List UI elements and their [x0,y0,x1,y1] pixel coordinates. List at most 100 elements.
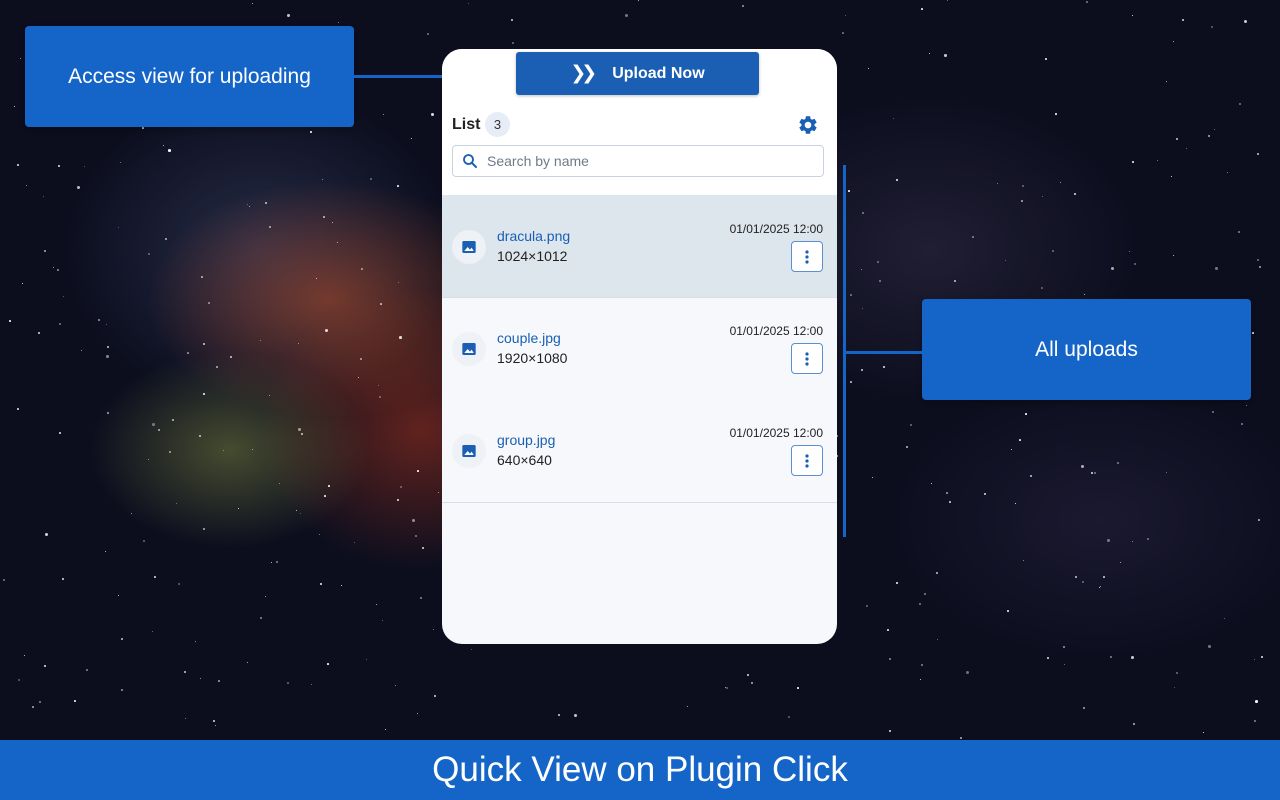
star [320,583,323,586]
star [59,323,62,326]
star [972,236,974,238]
file-dimensions: 1920×1080 [497,350,568,366]
search-input[interactable] [487,153,807,169]
star [1019,439,1021,441]
star [558,714,560,716]
star [199,435,202,438]
star [120,162,122,164]
star [1099,587,1101,589]
star [896,179,898,181]
star [1132,15,1134,17]
star [142,127,144,129]
star [1134,263,1137,266]
star [74,700,76,702]
star [1246,405,1248,407]
star [742,5,744,7]
star [574,714,578,718]
star [848,190,850,192]
star [1171,176,1173,178]
star [471,649,473,651]
search-field[interactable] [452,145,824,177]
star [187,352,189,354]
star [415,535,417,537]
file-name[interactable]: dracula.png [497,228,570,244]
star [24,655,26,657]
file-row[interactable]: dracula.png 1024×1012 01/01/2025 12:00 [442,195,837,298]
caption-text: Quick View on Plugin Click [432,750,848,789]
plugin-panel: ❯❯ Upload Now List 3 dracula.png 1024×10… [442,49,837,644]
star [889,658,891,660]
star [176,503,177,504]
star [868,68,870,70]
star [86,669,88,671]
star [269,226,271,228]
star [1030,475,1033,478]
star [382,620,384,622]
more-options-button[interactable] [791,445,823,476]
star [63,296,65,298]
upload-now-label: Upload Now [612,64,705,82]
star [1182,19,1185,22]
star [1257,153,1259,155]
star [366,659,368,661]
star [842,32,844,34]
star [954,280,957,283]
more-options-button[interactable] [791,241,823,272]
star [332,222,334,224]
star [1131,656,1134,659]
file-row[interactable]: couple.jpg 1920×1080 01/01/2025 12:00 [442,298,837,401]
star [1081,465,1085,469]
gear-icon[interactable] [797,114,819,136]
more-vertical-icon [805,351,809,366]
star [1047,657,1049,659]
star [107,412,110,415]
upload-now-button[interactable]: ❯❯ Upload Now [516,52,759,95]
star [512,42,514,44]
file-name[interactable]: couple.jpg [497,330,561,346]
star [944,54,947,57]
star [1022,185,1024,187]
file-dimensions: 1024×1012 [497,248,568,264]
star [1055,113,1057,115]
more-options-button[interactable] [791,343,823,374]
star [399,336,402,339]
star [947,0,949,2]
double-chevron-right-icon: ❯❯ [570,63,597,84]
star [862,212,864,214]
star [213,720,215,722]
star [398,282,400,284]
callout-all-uploads: All uploads [922,299,1251,400]
search-icon [461,152,479,170]
file-row[interactable]: group.jpg 640×640 01/01/2025 12:00 [442,400,837,503]
star [1254,659,1256,661]
star [1244,20,1248,24]
star [327,663,329,665]
star [215,725,217,727]
star [169,451,171,453]
star [107,346,109,348]
star [43,196,45,198]
star [354,542,356,544]
star [1042,196,1044,198]
star [59,432,61,434]
file-name[interactable]: group.jpg [497,432,555,448]
star [105,551,107,553]
star [431,113,434,116]
star [26,185,28,187]
star [165,238,167,240]
star [427,33,429,35]
star [1208,135,1211,138]
star [158,429,160,431]
star [411,138,413,140]
star [949,501,951,503]
star [936,572,938,574]
star [148,253,151,256]
star [325,329,329,333]
star [625,14,629,18]
star [201,276,203,278]
star [1111,267,1115,271]
star [370,178,373,181]
star [417,713,419,715]
star [1215,267,1219,271]
star [38,332,40,334]
